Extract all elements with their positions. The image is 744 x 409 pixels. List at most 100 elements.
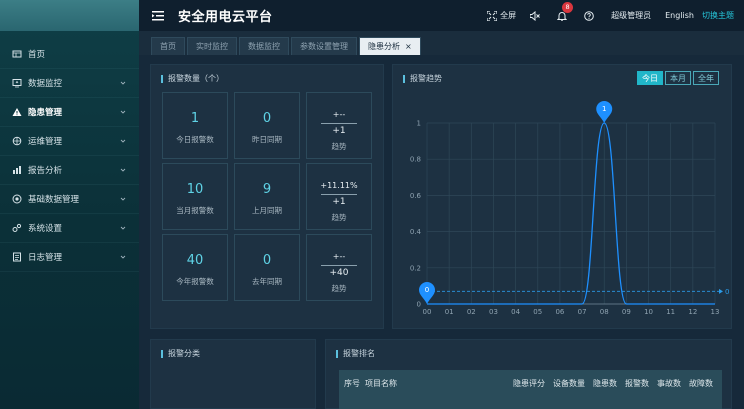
x-tick-label: 02 xyxy=(467,308,476,316)
sidebar-item-5[interactable]: 基础数据管理 xyxy=(0,185,139,214)
alarm-trend-panel: 报警趋势 今日 本月 全年 00 01 02 03 04 05 06 07 08 09 10 11 12 13… xyxy=(392,64,732,329)
trend-divider xyxy=(321,265,357,266)
column-header-1[interactable]: 项目名称 xyxy=(363,370,511,409)
notification-button[interactable]: 8 xyxy=(557,1,574,21)
column-header-2[interactable]: 隐患评分 xyxy=(511,370,551,409)
alarm-ranking-panel: 报警排名 序号 项目名称 隐患评分 设备数量 隐患数 报警数 事故数 故障数 xyxy=(325,339,732,409)
language-label: English xyxy=(665,11,694,20)
x-tick-label: 00 xyxy=(423,308,432,316)
x-tick-label: 09 xyxy=(622,308,631,316)
y-tick-label: 0 xyxy=(417,301,421,309)
title-accent xyxy=(161,74,163,83)
column-header-4[interactable]: 隐患数 xyxy=(591,370,623,409)
current-count: 40 xyxy=(186,253,204,268)
chevron-down-icon xyxy=(120,110,126,114)
trend-delta: +1 xyxy=(332,197,346,207)
marker-label: 1 xyxy=(602,105,606,113)
column-header-7[interactable]: 故障数 xyxy=(687,370,719,409)
notification-badge: 8 xyxy=(562,1,574,13)
fullscreen-icon xyxy=(487,10,498,21)
sidebar-item-0[interactable]: 首页 xyxy=(0,40,139,69)
marker-label: 0 xyxy=(425,286,429,294)
trend-percent: +11.11% xyxy=(320,181,358,190)
user-menu[interactable]: 超级管理员 xyxy=(611,10,651,21)
x-tick-label: 12 xyxy=(688,308,697,316)
x-tick-label: 01 xyxy=(445,308,454,316)
fullscreen-label: 全屏 xyxy=(500,11,517,20)
x-tick-label: 04 xyxy=(511,308,520,316)
trend-divider xyxy=(321,194,357,195)
database-icon xyxy=(12,194,22,204)
stat-previous: 9 上月同期 xyxy=(234,163,300,230)
sidebar-item-3[interactable]: 运维管理 xyxy=(0,127,139,156)
alarm-count-title-text: 报警数量（个） xyxy=(168,74,224,83)
alarm-category-title: 报警分类 xyxy=(161,348,200,359)
x-tick-label: 06 xyxy=(555,308,564,316)
alarm-ranking-title-text: 报警排名 xyxy=(343,349,375,358)
x-tick-label: 11 xyxy=(666,308,675,316)
home-icon xyxy=(12,49,22,59)
column-header-0[interactable]: 序号 xyxy=(339,370,363,409)
chevron-down-icon xyxy=(120,139,126,143)
x-tick-label: 08 xyxy=(600,308,609,316)
sidebar-item-label: 日志管理 xyxy=(28,253,63,263)
current-label: 当月报警数 xyxy=(176,206,214,215)
sidebar-item-6[interactable]: 系统设置 xyxy=(0,214,139,243)
menu-toggle-icon[interactable] xyxy=(152,10,164,22)
sidebar-item-2[interactable]: 隐患管理 xyxy=(0,98,139,127)
current-count: 1 xyxy=(190,111,200,126)
logo-area xyxy=(0,0,139,31)
sidebar-item-4[interactable]: 报告分析 xyxy=(0,156,139,185)
mute-icon xyxy=(530,10,540,21)
chevron-down-icon xyxy=(120,197,126,201)
tab-label: 参数设置管理 xyxy=(300,42,348,51)
tab-3[interactable]: 参数设置管理 xyxy=(291,37,357,55)
log-icon xyxy=(12,252,22,262)
column-header-5[interactable]: 报警数 xyxy=(623,370,655,409)
tab-4[interactable]: 隐患分析 × xyxy=(359,37,421,55)
column-header-6[interactable]: 事故数 xyxy=(655,370,687,409)
chevron-down-icon xyxy=(120,168,126,172)
alarm-trend-chart: 00 01 02 03 04 05 06 07 08 09 10 11 12 1300.20.40.60.… xyxy=(410,101,729,316)
chevron-down-icon xyxy=(120,81,126,85)
sidebar-item-1[interactable]: 数据监控 xyxy=(0,69,139,98)
settings-icon xyxy=(12,223,22,233)
previous-label: 昨日同期 xyxy=(252,135,282,144)
tab-label: 隐患分析 xyxy=(368,42,400,51)
previous-count: 0 xyxy=(262,111,272,126)
sidebar-menu: 首页 数据监控 隐患管理 运维管理 报告分析 基础数据管理系统设置日志管理 xyxy=(0,40,139,272)
y-tick-label: 0.6 xyxy=(410,192,422,200)
fullscreen-button[interactable]: 全屏 xyxy=(487,10,516,21)
current-label: 今年报警数 xyxy=(176,277,214,286)
x-tick-label: 10 xyxy=(644,308,653,316)
column-header-3[interactable]: 设备数量 xyxy=(551,370,591,409)
title-accent xyxy=(161,349,163,358)
previous-label: 去年同期 xyxy=(252,277,282,286)
stat-current: 40 今年报警数 xyxy=(162,234,228,301)
language-switch[interactable]: English xyxy=(665,11,694,20)
switch-theme-button[interactable]: 切换主题 xyxy=(702,10,734,21)
trend-delta: +1 xyxy=(332,126,346,136)
help-icon xyxy=(584,10,594,21)
tab-2[interactable]: 数据监控 xyxy=(239,37,289,55)
y-tick-label: 1 xyxy=(417,120,421,128)
sidebar-item-7[interactable]: 日志管理 xyxy=(0,243,139,272)
tab-0[interactable]: 首页 xyxy=(151,37,185,55)
alarm-ranking-title: 报警排名 xyxy=(336,348,375,359)
stat-previous: 0 去年同期 xyxy=(234,234,300,301)
average-line-label: 0 xyxy=(725,288,729,296)
current-label: 今日报警数 xyxy=(176,135,214,144)
series-line xyxy=(427,122,715,305)
alarm-category-panel: 报警分类 xyxy=(150,339,316,409)
page-tabs: 首页 实时监控 数据监控 参数设置管理 隐患分析 × xyxy=(139,31,744,55)
alarm-category-title-text: 报警分类 xyxy=(168,349,200,358)
report-icon xyxy=(12,165,22,175)
mute-button[interactable] xyxy=(530,10,543,21)
close-icon[interactable]: × xyxy=(405,42,412,51)
help-button[interactable] xyxy=(584,10,597,21)
x-tick-label: 05 xyxy=(533,308,542,316)
previous-count: 0 xyxy=(262,253,272,268)
sidebar-item-label: 系统设置 xyxy=(28,224,63,234)
y-tick-label: 0.2 xyxy=(410,264,421,272)
tab-1[interactable]: 实时监控 xyxy=(187,37,237,55)
